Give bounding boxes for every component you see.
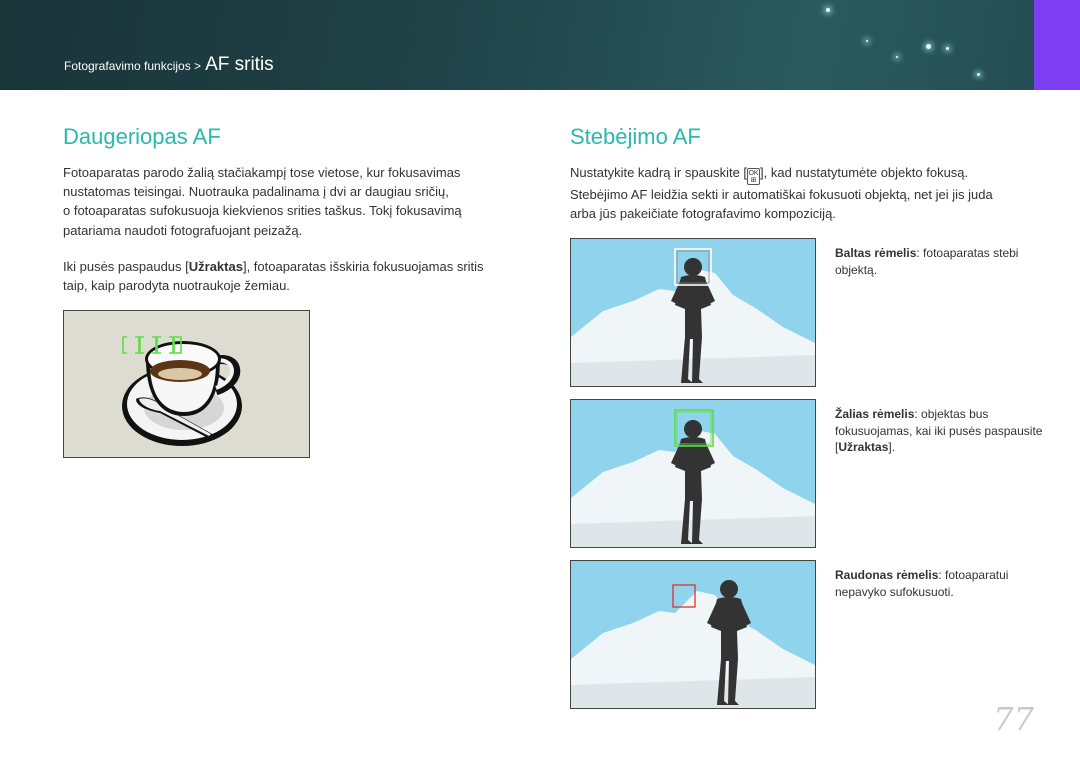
header-banner: Fotografavimo funkcijos > AF sritis [0, 0, 1080, 90]
caption-white-frame: Baltas rėmelis: fotoaparatas stebi objek… [835, 245, 1045, 278]
sparkle-decoration [826, 8, 830, 12]
shutter-label: Užraktas [188, 259, 243, 274]
tracking-af-description: Nustatykite kadrą ir spauskite [OK ⊞], ka… [570, 163, 1050, 223]
text-line: Stebėjimo AF leidžia sekti ir automatišk… [570, 187, 993, 202]
text-fragment: ], kad nustatytumėte objekto fokusą. [760, 165, 969, 180]
shutter-label: Užraktas [838, 440, 889, 454]
mountain-man-illustration [571, 561, 815, 708]
breadcrumb-current: AF sritis [205, 54, 274, 75]
coffee-cup-photo [63, 310, 310, 458]
caption-green-frame: Žalias rėmelis: objektas bus fokusuojama… [835, 406, 1045, 456]
text-line: o fotoaparatas sufokusuoja kiekvienos sr… [63, 203, 462, 219]
text-fragment: ], fotoaparatas išskiria fokusuojamas sr… [242, 259, 484, 274]
tracking-photo-red-frame [570, 560, 816, 709]
tracking-photo-white-frame [570, 238, 816, 387]
ok-button-icon: OK ⊞ [747, 168, 761, 185]
section-title-multi-af: Daugeriopas AF [63, 124, 221, 149]
caption-term: Baltas rėmelis [835, 246, 917, 260]
sparkle-decoration [946, 47, 949, 50]
coffee-cup-illustration [64, 311, 309, 457]
multi-af-instruction: Iki pusės paspaudus [Užraktas], fotoapar… [63, 257, 533, 295]
chapter-tab[interactable] [1034, 0, 1080, 90]
sparkle-decoration [896, 56, 898, 58]
text-line: taip, kaip parodyta nuotraukoje žemiau. [63, 278, 290, 294]
text-line: patariama naudoti fotografuojant peizažą… [63, 222, 303, 238]
tracking-photo-green-frame [570, 399, 816, 548]
mountain-man-illustration [571, 400, 815, 547]
caption-text: ]. [888, 440, 896, 454]
caption-term: Raudonas rėmelis [835, 568, 939, 582]
text-line: arba jūs pakeičiate fotografavimo kompoz… [570, 206, 836, 222]
breadcrumb-parent[interactable]: Fotografavimo funkcijos > [64, 59, 201, 73]
breadcrumb: Fotografavimo funkcijos > AF sritis [64, 54, 274, 76]
sparkle-decoration [866, 40, 868, 42]
ok-icon-symbol: ⊞ [750, 177, 757, 184]
caption-red-frame: Raudonas rėmelis: fotoaparatui nepavyko … [835, 567, 1045, 600]
caption-term: Žalias rėmelis [835, 407, 915, 421]
text-fragment: Iki pusės paspaudus [ [63, 259, 189, 274]
mountain-man-illustration [571, 239, 815, 386]
page-number: 77 [993, 700, 1034, 738]
text-line: Fotoaparatas parodo žalią stačiakampį to… [63, 165, 461, 180]
text-line: nustatomas teisingai. Nuotrauka padalina… [63, 184, 449, 200]
sparkle-decoration [926, 44, 931, 49]
multi-af-description: Fotoaparatas parodo žalią stačiakampį to… [63, 163, 523, 240]
ok-icon-label: OK [748, 170, 759, 177]
sparkle-decoration [977, 73, 980, 76]
text-fragment: Nustatykite kadrą ir spauskite [ [570, 165, 748, 180]
section-title-tracking-af: Stebėjimo AF [570, 124, 701, 149]
